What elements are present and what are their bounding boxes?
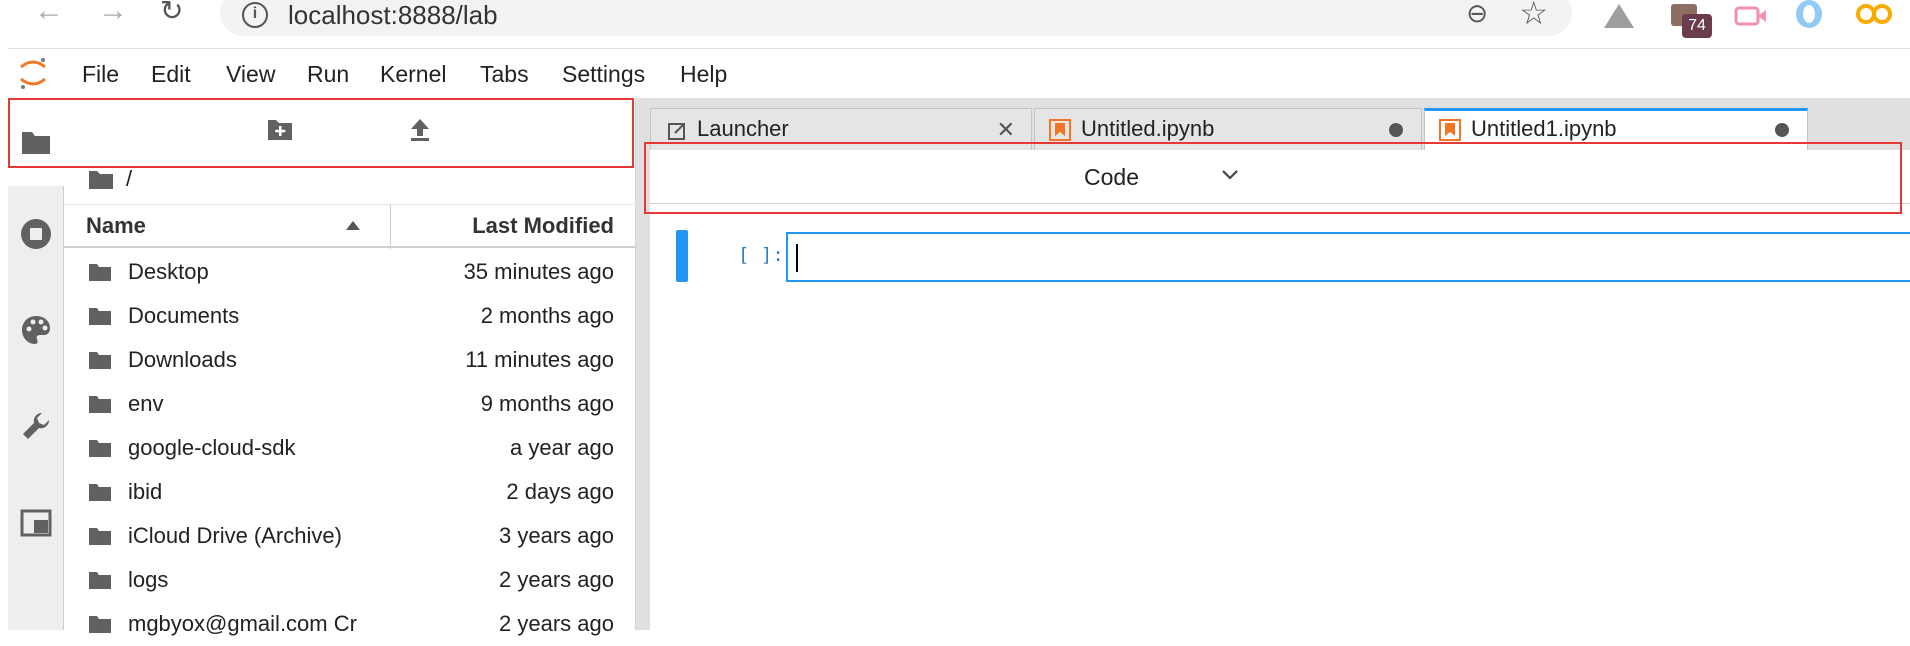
column-name-header[interactable]: Name bbox=[86, 213, 146, 239]
address-bar[interactable]: i localhost:8888/lab ⊖ ☆ bbox=[220, 0, 1572, 36]
browser-toolbar: ← → ↻ i localhost:8888/lab ⊖ ☆ 74 bbox=[0, 0, 1910, 48]
file-modified: 11 minutes ago bbox=[465, 347, 614, 372]
wrench-icon[interactable] bbox=[20, 410, 52, 442]
file-modified: 2 years ago bbox=[499, 567, 614, 592]
bookmark-star-icon[interactable]: ☆ bbox=[1519, 0, 1548, 32]
file-name: google-cloud-sdk bbox=[128, 435, 296, 460]
file-modified: 35 minutes ago bbox=[463, 259, 614, 284]
zoom-icon[interactable]: ⊖ bbox=[1466, 0, 1488, 29]
reload-icon[interactable]: ↻ bbox=[160, 0, 183, 25]
file-list: Desktop 35 minutes ago Documents 2 month… bbox=[64, 250, 636, 646]
sort-ascending-icon[interactable] bbox=[346, 221, 360, 230]
menu-file[interactable]: File bbox=[82, 61, 119, 88]
folder-icon bbox=[89, 572, 111, 589]
file-name: mgbyox@gmail.com Cr bbox=[128, 611, 357, 636]
menu-kernel[interactable]: Kernel bbox=[380, 61, 446, 88]
file-name: env bbox=[128, 391, 164, 416]
file-name: ibid bbox=[128, 479, 163, 504]
column-divider[interactable] bbox=[390, 205, 391, 249]
folder-icon bbox=[89, 352, 111, 369]
unsaved-dot-icon[interactable] bbox=[1389, 123, 1403, 137]
tab-label: Untitled.ipynb bbox=[1081, 116, 1215, 141]
jupyter-logo-icon bbox=[20, 58, 46, 89]
launcher-icon bbox=[668, 123, 685, 140]
breadcrumb: / bbox=[88, 166, 132, 192]
unsaved-dot-icon[interactable] bbox=[1775, 123, 1789, 137]
list-item[interactable]: logs 2 years ago bbox=[64, 558, 636, 602]
tab-label: Launcher bbox=[697, 116, 789, 141]
list-item[interactable]: Desktop 35 minutes ago bbox=[64, 250, 636, 294]
close-icon[interactable]: ✕ bbox=[997, 117, 1015, 143]
left-sidebar bbox=[8, 98, 64, 630]
folder-icon bbox=[89, 308, 111, 325]
extension-badge: 74 bbox=[1682, 14, 1712, 38]
menu-view[interactable]: View bbox=[226, 61, 275, 88]
file-modified: 2 days ago bbox=[506, 479, 614, 504]
file-browser-panel: / Name Last Modified Desktop 35 minutes … bbox=[64, 98, 636, 636]
cast-icon[interactable] bbox=[1734, 4, 1768, 28]
file-modified: a year ago bbox=[510, 435, 614, 460]
column-modified-header[interactable]: Last Modified bbox=[472, 213, 614, 239]
colab-icon[interactable] bbox=[1854, 2, 1894, 26]
cell-collapser[interactable] bbox=[676, 230, 688, 282]
forward-icon[interactable]: → bbox=[98, 0, 128, 26]
file-modified: 2 months ago bbox=[480, 303, 614, 328]
menu-help[interactable]: Help bbox=[680, 61, 727, 88]
back-icon[interactable]: ← bbox=[34, 0, 64, 26]
home-folder-icon[interactable] bbox=[88, 168, 114, 190]
running-sessions-icon[interactable] bbox=[20, 218, 52, 250]
annotation-box-notebook-toolbar bbox=[644, 142, 1902, 214]
file-name: iCloud Drive (Archive) bbox=[128, 523, 342, 548]
code-cell-editor[interactable] bbox=[786, 232, 1910, 282]
list-item[interactable]: Documents 2 months ago bbox=[64, 294, 636, 338]
folder-icon bbox=[89, 264, 111, 281]
file-name: Documents bbox=[128, 303, 240, 328]
folder-icon bbox=[89, 616, 111, 633]
url-text[interactable]: localhost:8888/lab bbox=[288, 0, 498, 30]
file-modified: 9 months ago bbox=[480, 391, 614, 416]
folder-icon bbox=[89, 484, 111, 501]
file-modified: 3 years ago bbox=[499, 523, 614, 548]
tabs-panel-icon[interactable] bbox=[20, 508, 52, 538]
palette-icon[interactable] bbox=[20, 314, 52, 346]
input-prompt: [ ]: bbox=[738, 244, 784, 266]
notebook-icon bbox=[1049, 119, 1071, 141]
list-item[interactable]: ibid 2 days ago bbox=[64, 470, 636, 514]
drive-icon[interactable] bbox=[1602, 2, 1636, 32]
file-name: Desktop bbox=[128, 259, 209, 284]
profile-extension-icon[interactable] bbox=[1792, 0, 1826, 30]
folder-icon bbox=[89, 528, 111, 545]
menu-settings[interactable]: Settings bbox=[562, 61, 645, 88]
text-cursor bbox=[796, 244, 798, 272]
tab-label: Untitled1.ipynb bbox=[1471, 116, 1617, 141]
folder-icon bbox=[89, 440, 111, 457]
annotation-box-file-toolbar bbox=[8, 98, 634, 168]
info-icon[interactable]: i bbox=[242, 2, 268, 28]
notebook-icon bbox=[1439, 119, 1461, 141]
menu-tabs[interactable]: Tabs bbox=[480, 61, 529, 88]
notebook-panel: Code [ ]: bbox=[650, 150, 1910, 630]
list-item[interactable]: iCloud Drive (Archive) 3 years ago bbox=[64, 514, 636, 558]
menu-edit[interactable]: Edit bbox=[151, 61, 191, 88]
menu-run[interactable]: Run bbox=[307, 61, 349, 88]
menu-bar: File Edit View Run Kernel Tabs Settings … bbox=[8, 48, 1910, 98]
folder-icon bbox=[89, 396, 111, 413]
file-modified: 2 years ago bbox=[499, 611, 614, 636]
list-item[interactable]: google-cloud-sdk a year ago bbox=[64, 426, 636, 470]
file-name: logs bbox=[128, 567, 169, 592]
breadcrumb-root[interactable]: / bbox=[126, 166, 132, 192]
file-name: Downloads bbox=[128, 347, 237, 372]
list-item[interactable]: mgbyox@gmail.com Cr 2 years ago bbox=[64, 602, 636, 646]
listing-header: Name Last Modified bbox=[64, 204, 636, 249]
list-item[interactable]: env 9 months ago bbox=[64, 382, 636, 426]
list-item[interactable]: Downloads 11 minutes ago bbox=[64, 338, 636, 382]
